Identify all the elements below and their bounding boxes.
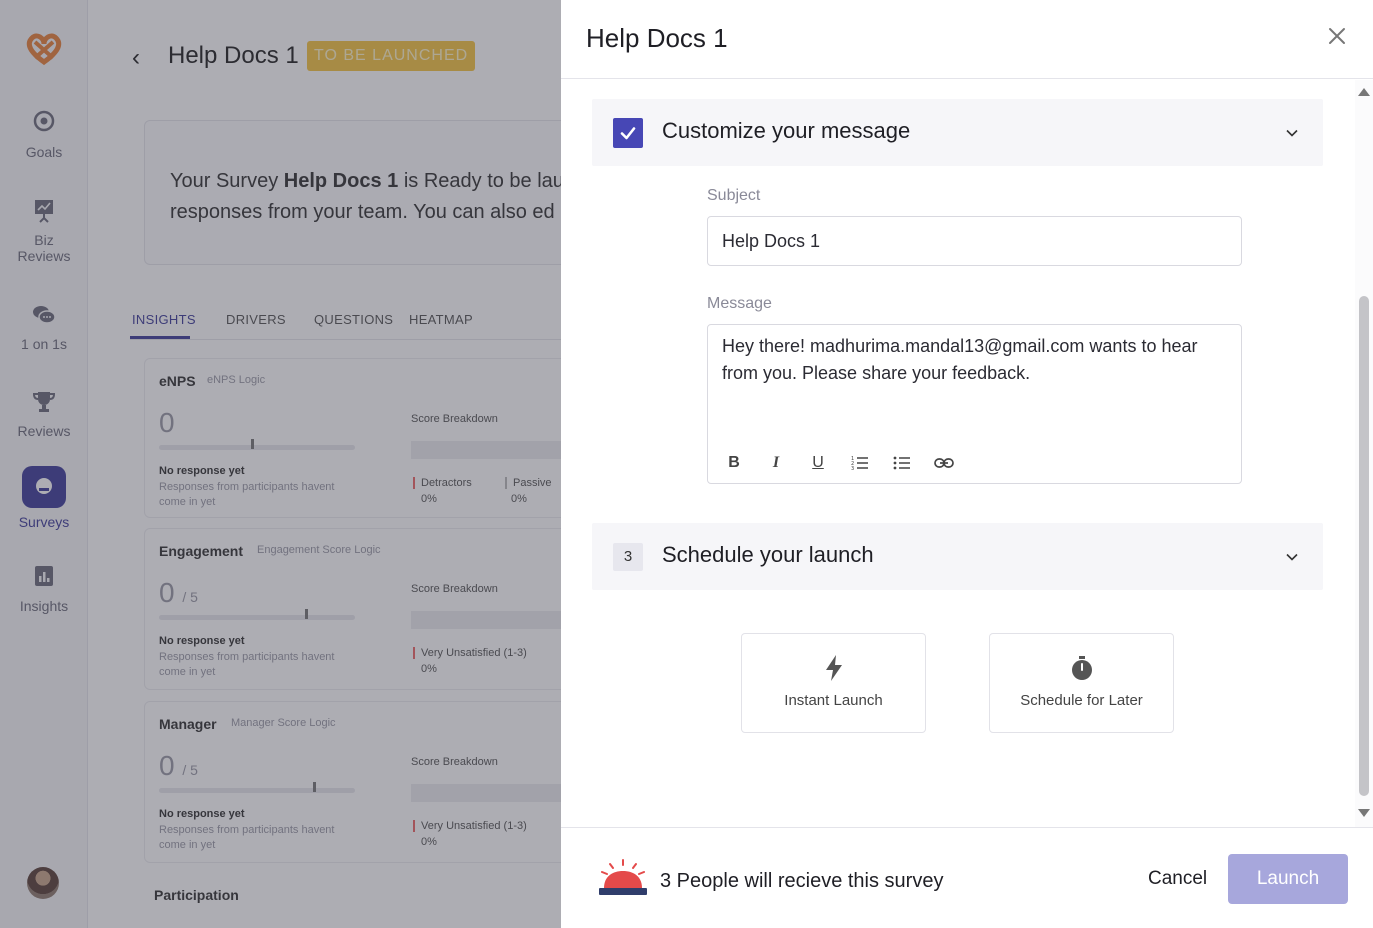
chevron-down-icon[interactable] xyxy=(1284,125,1300,141)
editor-toolbar: B I U 123 xyxy=(722,451,956,475)
schedule-later-option[interactable]: Schedule for Later xyxy=(989,633,1174,733)
message-label: Message xyxy=(707,295,772,312)
ordered-list-icon[interactable]: 123 xyxy=(848,451,872,475)
instant-launch-label: Instant Launch xyxy=(784,692,883,709)
bullet-list-icon[interactable] xyxy=(890,451,914,475)
stopwatch-icon xyxy=(990,654,1173,682)
subject-label: Subject xyxy=(707,187,761,204)
underline-icon[interactable]: U xyxy=(806,451,830,475)
drawer-title: Help Docs 1 xyxy=(586,23,728,53)
message-text[interactable]: Hey there! madhurima.mandal13@gmail.com … xyxy=(722,333,1227,387)
step-number: 3 xyxy=(613,543,643,571)
modal-backdrop[interactable] xyxy=(0,0,561,928)
instant-launch-option[interactable]: Instant Launch xyxy=(741,633,926,733)
chevron-down-icon[interactable] xyxy=(1284,549,1300,565)
cancel-button[interactable]: Cancel xyxy=(1148,868,1207,890)
siren-icon xyxy=(599,859,647,895)
scroll-down-arrow-icon[interactable] xyxy=(1358,809,1370,817)
italic-icon[interactable]: I xyxy=(764,451,788,475)
drawer-footer: 3 People will recieve this survey Cancel… xyxy=(561,827,1373,928)
section-customize-message[interactable]: Customize your message xyxy=(592,99,1323,166)
drawer-header: Help Docs 1 xyxy=(561,0,1373,79)
svg-text:3: 3 xyxy=(851,466,854,471)
message-editor[interactable]: Hey there! madhurima.mandal13@gmail.com … xyxy=(707,324,1242,484)
launch-drawer: Help Docs 1 Customize your message Subje… xyxy=(561,0,1373,928)
scrollbar[interactable] xyxy=(1355,80,1373,827)
bold-icon[interactable]: B xyxy=(722,451,746,475)
recipients-count-text: 3 People will recieve this survey xyxy=(660,870,944,892)
section-schedule-launch[interactable]: 3 Schedule your launch xyxy=(592,523,1323,590)
subject-input[interactable] xyxy=(707,216,1242,266)
link-icon[interactable] xyxy=(932,451,956,475)
section-title: Schedule your launch xyxy=(662,542,874,567)
section-title: Customize your message xyxy=(662,118,911,143)
close-icon[interactable] xyxy=(1325,24,1349,48)
scrollbar-thumb[interactable] xyxy=(1359,296,1369,796)
lightning-icon xyxy=(742,654,925,682)
schedule-later-label: Schedule for Later xyxy=(1020,692,1143,709)
section-checkbox[interactable] xyxy=(613,118,643,148)
check-icon xyxy=(620,127,636,140)
launch-button[interactable]: Launch xyxy=(1228,854,1348,904)
scroll-up-arrow-icon[interactable] xyxy=(1358,88,1370,96)
